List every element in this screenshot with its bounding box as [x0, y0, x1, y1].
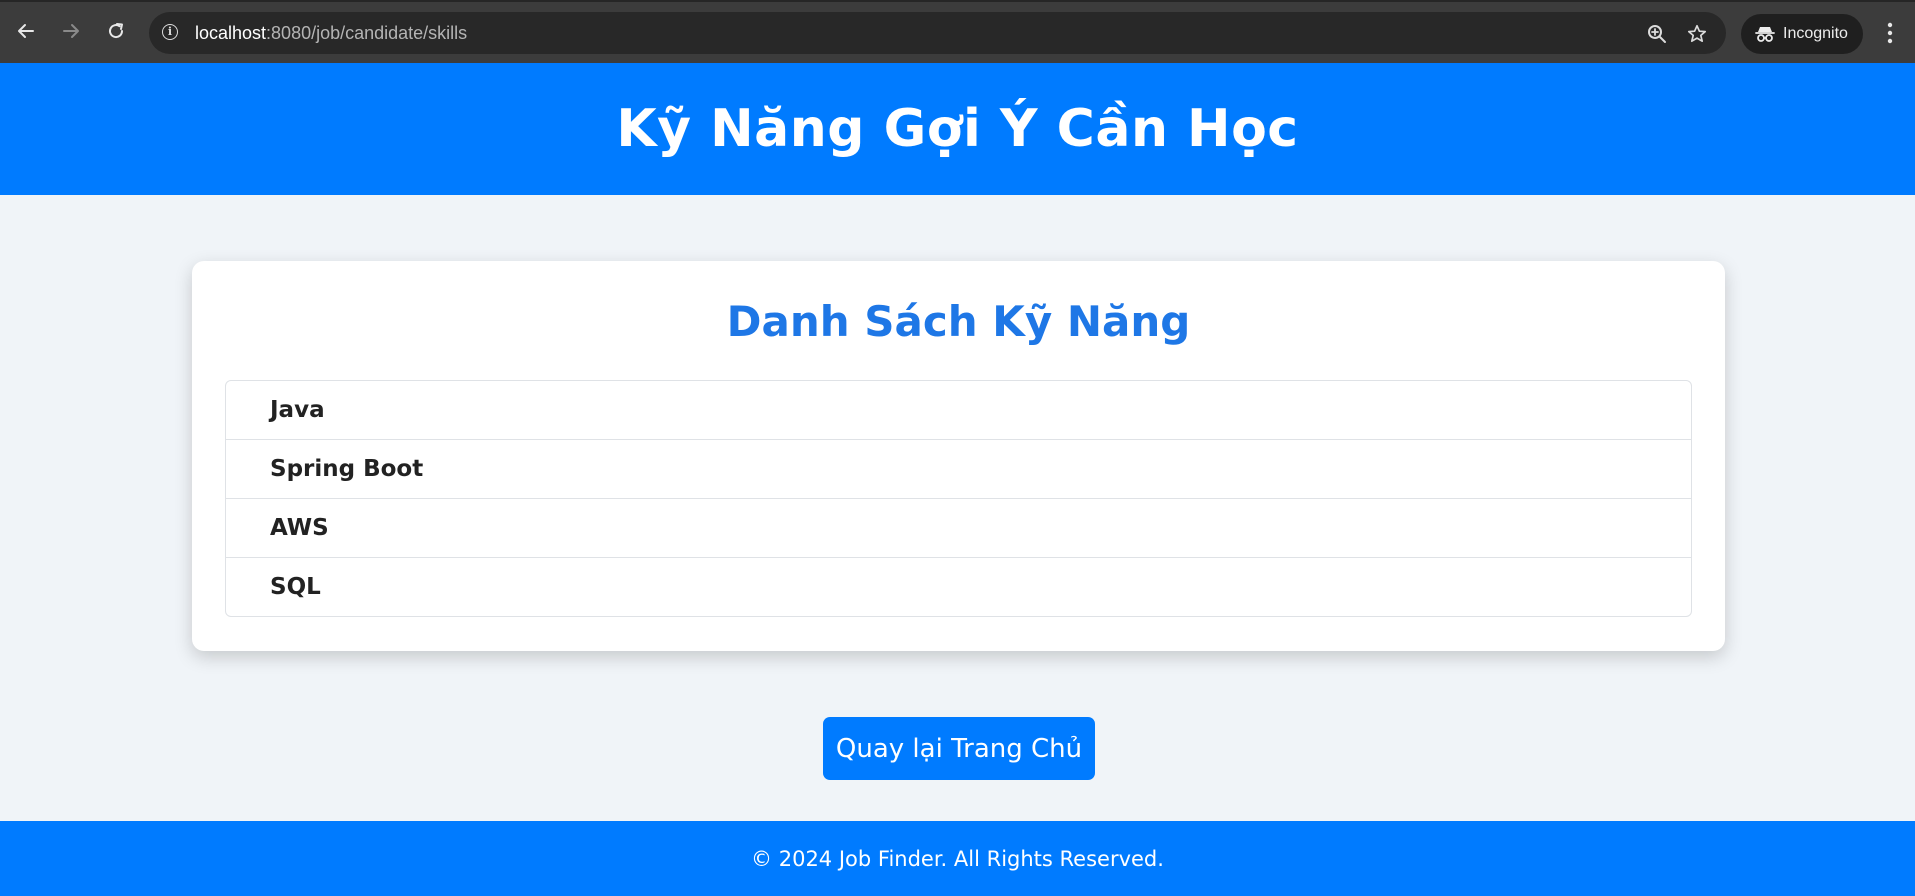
star-icon[interactable] [1686, 23, 1708, 45]
page-footer: © 2024 Job Finder. All Rights Reserved. [0, 821, 1915, 896]
info-icon[interactable]: i [162, 24, 178, 40]
incognito-icon [1755, 27, 1775, 42]
url-path: :8080/job/candidate/skills [266, 23, 468, 43]
footer-copyright: © 2024 Job Finder. All Rights Reserved. [751, 846, 1164, 871]
zoom-in-icon[interactable] [1646, 23, 1668, 45]
skill-list: Java Spring Boot AWS SQL [225, 380, 1692, 617]
address-bar[interactable]: i localhost:8080/job/candidate/skills [149, 12, 1726, 54]
skill-item-java: Java [226, 381, 1691, 440]
url-text[interactable]: localhost:8080/job/candidate/skills [195, 23, 467, 44]
arrow-right-icon [63, 24, 79, 38]
kebab-menu-icon[interactable] [1880, 20, 1900, 46]
incognito-label: Incognito [1783, 25, 1848, 42]
skill-item-aws: AWS [226, 499, 1691, 558]
skill-item-sql: SQL [270, 574, 321, 600]
back-to-home-button[interactable]: Quay lại Trang Chủ [823, 717, 1095, 780]
back-button[interactable] [11, 16, 41, 46]
page-header: Kỹ Năng Gợi Ý Cần Học [0, 63, 1915, 195]
reload-icon [109, 23, 124, 39]
incognito-badge[interactable]: Incognito [1741, 14, 1863, 54]
url-host: localhost [195, 23, 267, 43]
card-title: Danh Sách Kỹ Năng [726, 297, 1191, 346]
skill-item-spring-boot: Spring Boot [226, 440, 1691, 499]
page-title: Kỹ Năng Gợi Ý Cần Học [616, 99, 1299, 159]
reload-button[interactable] [101, 16, 131, 46]
arrow-left-icon [18, 24, 34, 38]
skills-card: Danh Sách Kỹ Năng Java Spring Boot AWS S… [192, 261, 1725, 651]
browser-toolbar: i localhost:8080/job/candidate/skills In… [0, 0, 1915, 63]
forward-button[interactable] [56, 16, 86, 46]
